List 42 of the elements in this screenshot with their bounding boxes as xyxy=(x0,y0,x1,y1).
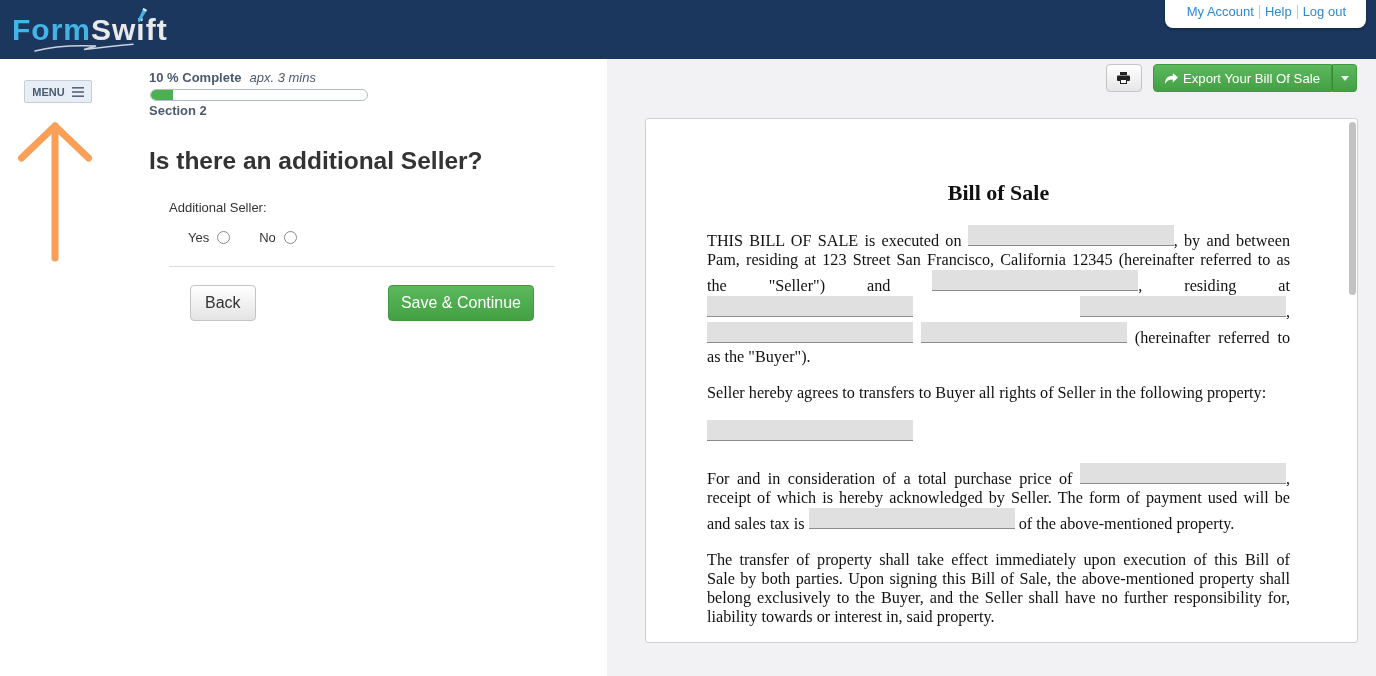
document-text: receipt of which is hereby acknowledged by Seller. The form of payment used will be xyxy=(707,489,1290,507)
caret-icon xyxy=(1340,75,1349,81)
document-text: , xyxy=(1285,470,1290,488)
document-text: , residing at xyxy=(1138,277,1290,295)
export-button[interactable]: Export Your Bill Of Sale xyxy=(1152,64,1332,92)
document-text: THIS BILL OF SALE is executed on xyxy=(707,232,963,250)
document-text: Seller hereby agrees to transfers to Buyer all rights of Seller in the following property: xyxy=(707,384,1267,402)
curved-arrow-icon xyxy=(1164,72,1178,84)
document-text: For and in consideration of a total purchase price of xyxy=(707,470,1074,488)
dropdown-toggle-button[interactable] xyxy=(1332,64,1357,92)
radio-label: Yes xyxy=(188,229,210,245)
document-text: liability towards or interest in, said property. xyxy=(707,608,995,626)
document-text: Pam, residing at 123 Street San Francisco, California 12345 (hereinafter referred to as xyxy=(707,251,1290,269)
radio-button[interactable] xyxy=(217,230,231,244)
progress-label: 10 % Complete xyxy=(149,70,242,86)
menu-button[interactable]: MENU xyxy=(24,80,92,103)
printer-icon xyxy=(1117,72,1131,84)
scrollbar-thumb[interactable] xyxy=(1349,122,1356,295)
section-label: Section 2 xyxy=(149,103,208,119)
save-continue-button[interactable]: Save & Continue xyxy=(387,285,534,321)
document-text: Sale by both parties. Upon signing this Bill of Sale, the above-mentioned property shall xyxy=(707,570,1290,588)
document-text: (hereinafter referred to xyxy=(1133,329,1290,347)
document-text: of the above-mentioned property. xyxy=(1017,515,1235,533)
account-link[interactable]: My Account xyxy=(1186,5,1254,19)
document-text: , by and between xyxy=(1173,232,1290,250)
account-link[interactable]: Log out xyxy=(1296,5,1346,19)
document-title: Bill of Sale xyxy=(946,180,1051,206)
radio-button[interactable] xyxy=(283,230,297,244)
account-link[interactable]: Help xyxy=(1258,5,1292,19)
question-title: Is there an additional Seller? xyxy=(149,147,484,175)
document-text: belong exclusively to the Buyer, and the Seller shall have no further responsibility for, xyxy=(707,589,1290,607)
document-text: The transfer of property shall take effect immediately upon execution of this Bill of xyxy=(707,551,1290,569)
document-text: and sales tax is xyxy=(707,515,806,533)
field-label: Additional Seller: xyxy=(169,200,268,216)
radio-label: No xyxy=(259,229,276,245)
time-estimate: apx. 3 mins xyxy=(249,70,316,86)
document-text: , xyxy=(1285,303,1290,321)
document-text: the "Seller") and xyxy=(707,277,892,295)
menu-icon xyxy=(71,86,84,97)
print-button[interactable] xyxy=(1105,64,1142,92)
document-text: as the "Buyer"). xyxy=(707,348,811,366)
back-button[interactable]: Back xyxy=(190,285,256,321)
